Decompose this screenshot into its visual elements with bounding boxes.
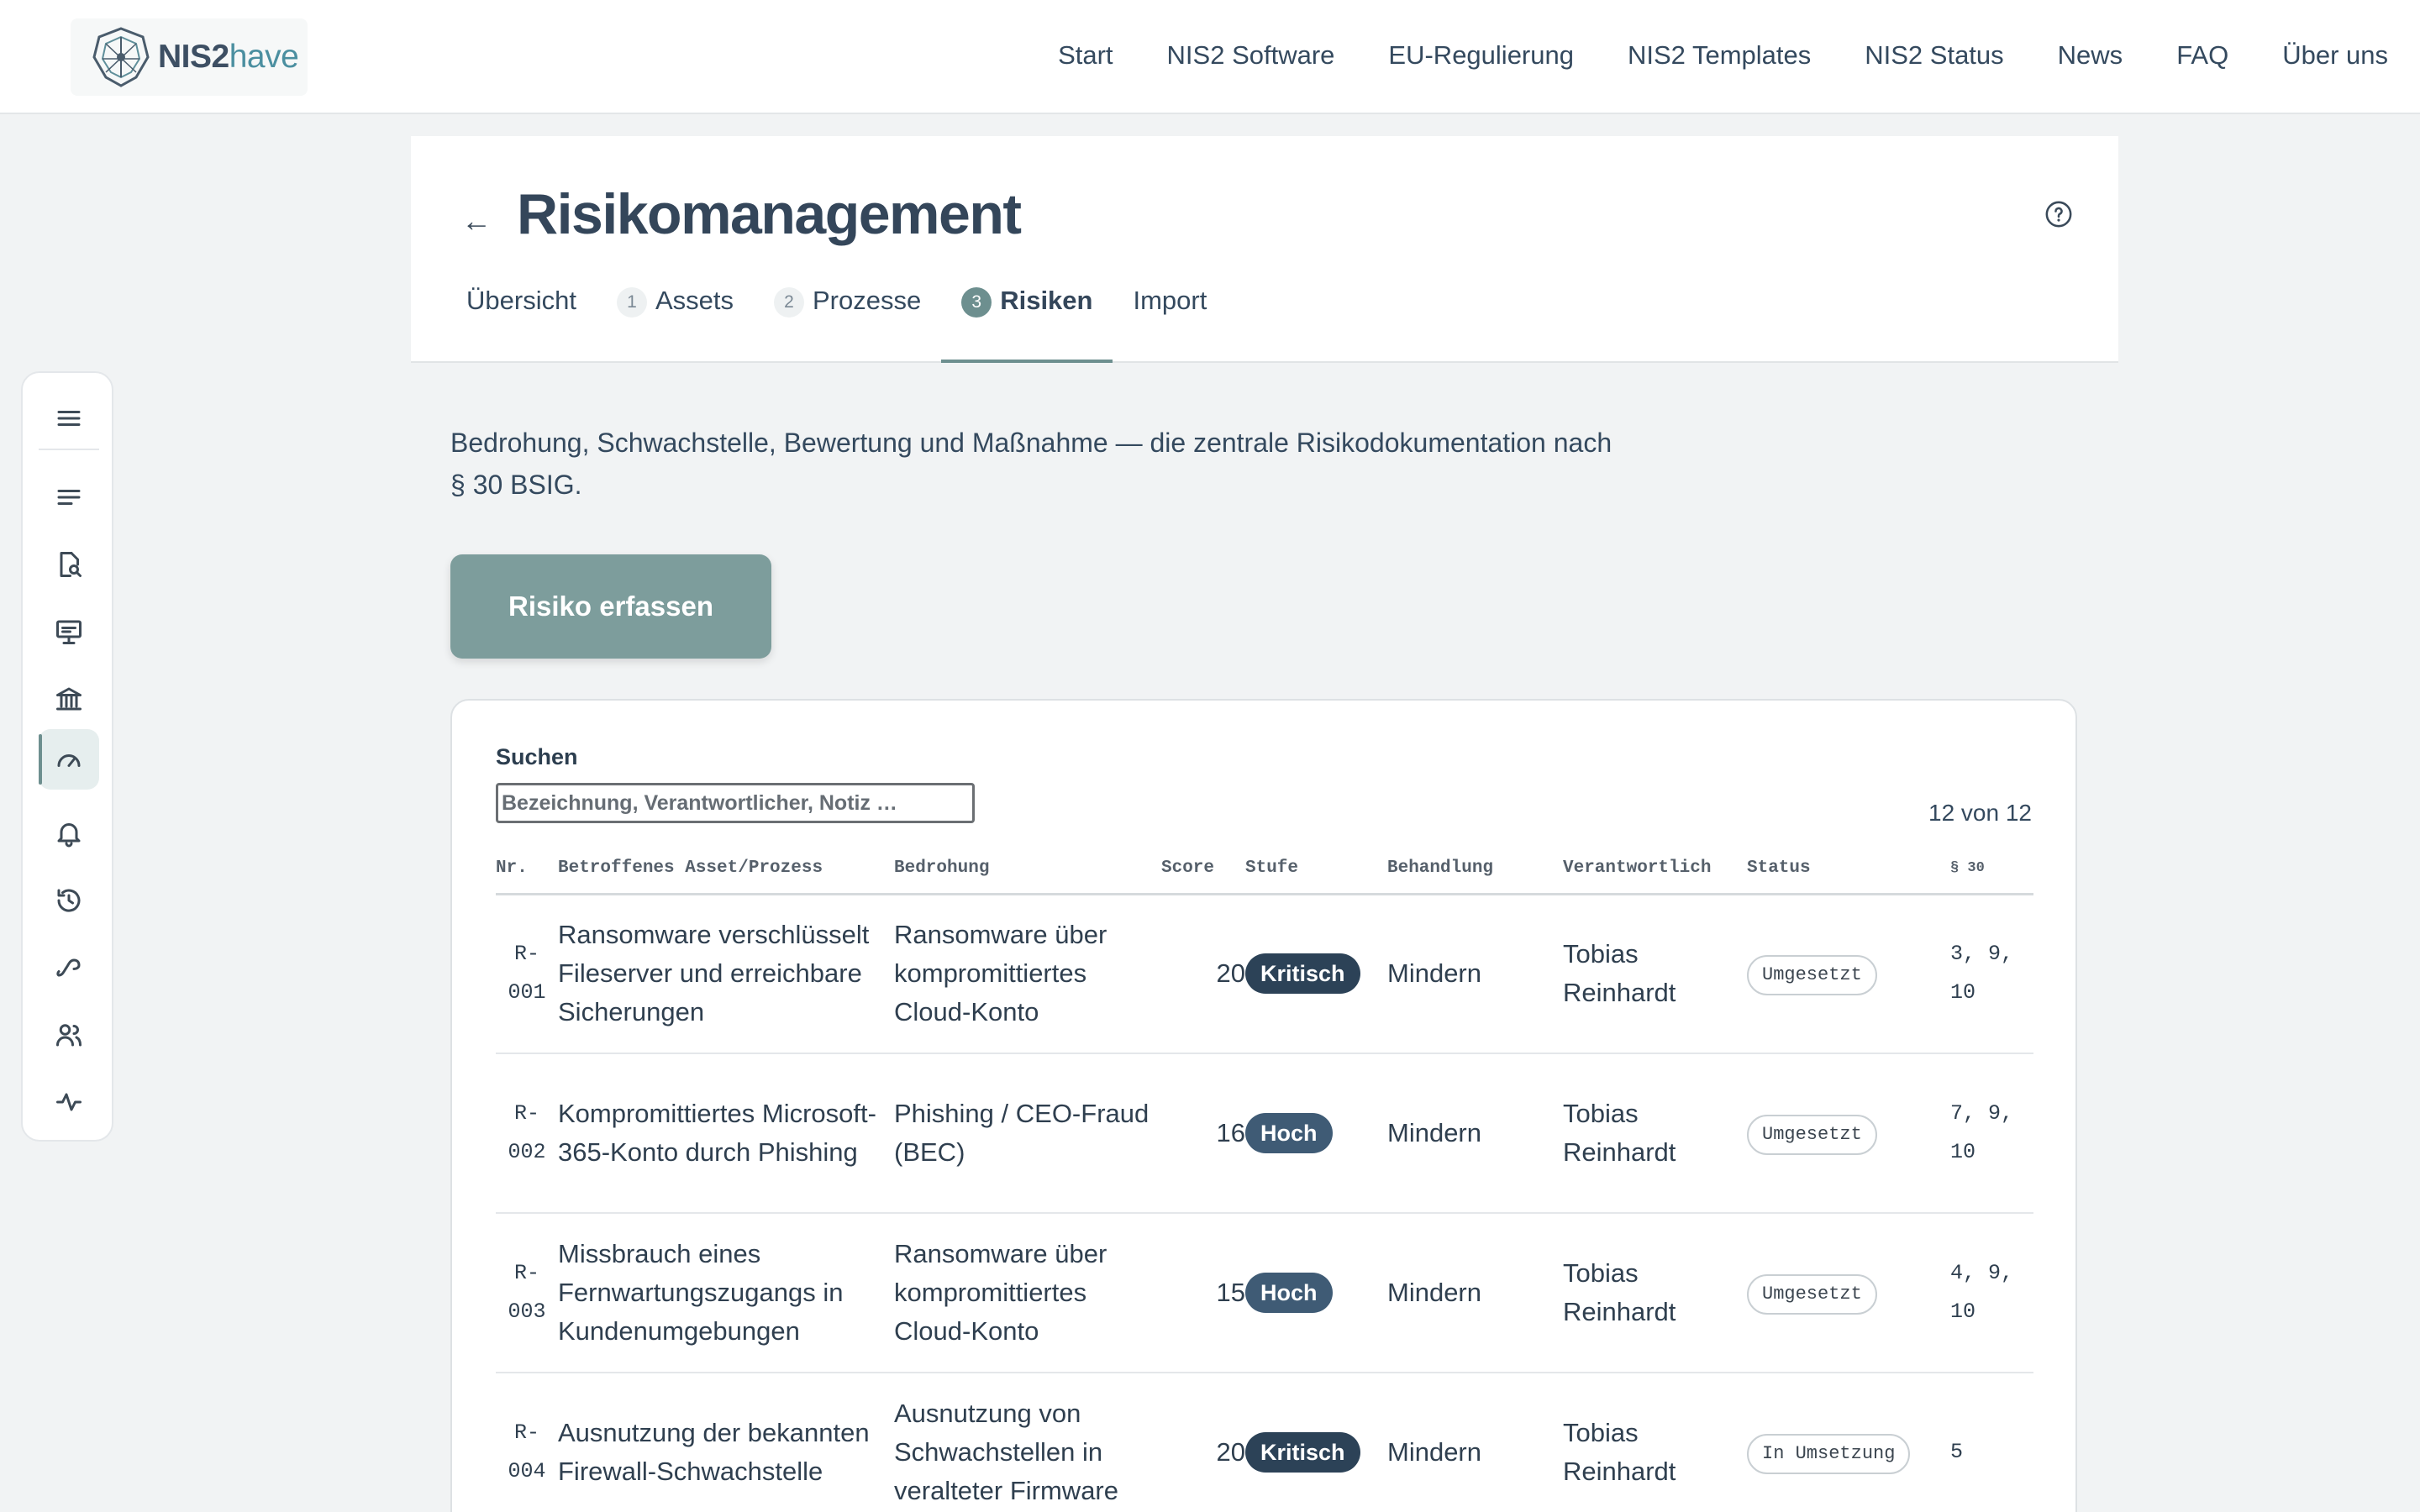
tab-uebersicht[interactable]: Übersicht <box>446 284 597 363</box>
search-input[interactable] <box>496 783 975 823</box>
column-header[interactable]: Stufe <box>1245 843 1387 895</box>
table-row[interactable]: R-004 Ausnutzung der bekannten Firewall-… <box>496 1373 2033 1512</box>
column-header[interactable]: Behandlung <box>1387 843 1563 895</box>
risk-owner: Tobias Reinhardt <box>1563 1053 1747 1214</box>
nav-eu-regulierung[interactable]: EU-Regulierung <box>1388 40 1574 71</box>
tab-step-number: 3 <box>961 287 992 318</box>
page-header: ← Risikomanagement Übersicht 1 Assets 2 … <box>411 136 2118 363</box>
risk-owner: Tobias Reinhardt <box>1563 1213 1747 1373</box>
bsig-reference: 7, 9, 10 <box>1950 1053 2033 1214</box>
column-header[interactable]: Verantwortlich <box>1563 843 1747 895</box>
link-icon[interactable] <box>39 937 99 998</box>
bsig-reference: 5 <box>1950 1373 2033 1512</box>
risk-treatment: Mindern <box>1387 894 1563 1054</box>
risk-threat: Ransomware über kompromittiertes Cloud-K… <box>894 894 1161 1054</box>
risk-number: R-001 <box>496 894 558 1054</box>
risk-treatment: Mindern <box>1387 1053 1563 1214</box>
top-header: NIS2have Start NIS2 Software EU-Regulier… <box>0 0 2420 114</box>
risk-owner: Tobias Reinhardt <box>1563 894 1747 1054</box>
column-header[interactable]: Nr. <box>496 843 558 895</box>
nav-faq[interactable]: FAQ <box>2176 40 2228 71</box>
status-badge: Umgesetzt <box>1747 1115 1877 1155</box>
risk-number: R-003 <box>496 1213 558 1373</box>
search-label: Suchen <box>496 744 578 769</box>
risk-threat: Ausnutzung von Schwachstellen in veralte… <box>894 1373 1161 1512</box>
shield-logo-icon <box>92 27 150 87</box>
risk-level-badge: Hoch <box>1245 1273 1333 1313</box>
risk-asset: Missbrauch eines Fernwartungszugangs in … <box>558 1213 894 1373</box>
tab-bar: Übersicht 1 Assets 2 Prozesse 3 Risiken … <box>446 284 1227 363</box>
brand-name: NIS2have <box>158 39 299 75</box>
rail-divider <box>39 449 99 450</box>
risk-owner: Tobias Reinhardt <box>1563 1373 1747 1512</box>
status-badge: Umgesetzt <box>1747 1274 1877 1315</box>
tab-step-number: 1 <box>616 287 647 318</box>
column-header[interactable]: § 30 <box>1950 843 2033 895</box>
nav-start[interactable]: Start <box>1058 40 1113 71</box>
tab-import[interactable]: Import <box>1113 284 1227 363</box>
sidebar-rail <box>21 371 113 1142</box>
risk-level-badge: Hoch <box>1245 1113 1333 1153</box>
help-icon[interactable] <box>2044 200 2073 228</box>
bsig-reference: 3, 9, 10 <box>1950 894 2033 1054</box>
risk-asset: Kompromittiertes Microsoft-365-Konto dur… <box>558 1053 894 1214</box>
status-badge: Umgesetzt <box>1747 955 1877 996</box>
institution-icon[interactable] <box>39 669 99 729</box>
table-row[interactable]: R-003 Missbrauch eines Fernwartungszugan… <box>496 1213 2033 1373</box>
menu-icon[interactable] <box>39 388 99 449</box>
tab-step-number: 2 <box>773 287 804 318</box>
column-header[interactable]: Betroffenes Asset/Prozess <box>558 843 894 895</box>
result-count: 12 von 12 <box>1928 800 2032 826</box>
risk-number: R-004 <box>496 1373 558 1512</box>
risk-table-card: Suchen 12 von 12 Nr. Betroffenes Asset/P… <box>450 699 2077 1512</box>
risk-treatment: Mindern <box>1387 1373 1563 1512</box>
activity-icon[interactable] <box>39 1072 99 1132</box>
page-title: Risikomanagement <box>517 182 1022 246</box>
nav-ueber-uns[interactable]: Über uns <box>2282 40 2388 71</box>
column-header[interactable]: Status <box>1747 843 1950 895</box>
nav-nis2-templates[interactable]: NIS2 Templates <box>1628 40 1811 71</box>
status-badge: In Umsetzung <box>1747 1434 1911 1474</box>
page-description: Bedrohung, Schwachstelle, Bewertung und … <box>450 428 1612 500</box>
add-risk-button[interactable]: Risiko erfassen <box>450 554 771 659</box>
risk-asset: Ransomware verschlüsselt Fileserver und … <box>558 894 894 1054</box>
bell-icon[interactable] <box>39 803 99 864</box>
users-icon[interactable] <box>39 1005 99 1065</box>
tab-assets[interactable]: 1 Assets <box>597 284 754 363</box>
back-arrow-icon[interactable]: ← <box>461 203 492 239</box>
table-row[interactable]: R-002 Kompromittiertes Microsoft-365-Kon… <box>496 1053 2033 1214</box>
risk-level-badge: Kritisch <box>1245 1432 1360 1473</box>
risk-asset: Ausnutzung der bekannten Firewall-Schwac… <box>558 1373 894 1512</box>
risk-score: 15 <box>1161 1213 1245 1373</box>
nav-nis2-status[interactable]: NIS2 Status <box>1865 40 2003 71</box>
table-row[interactable]: R-001 Ransomware verschlüsselt Fileserve… <box>496 894 2033 1054</box>
nav-news[interactable]: News <box>2058 40 2123 71</box>
tab-risiken[interactable]: 3 Risiken <box>941 284 1113 363</box>
risk-score: 20 <box>1161 1373 1245 1512</box>
speedometer-icon[interactable] <box>39 729 99 790</box>
risk-table: Nr. Betroffenes Asset/Prozess Bedrohung … <box>496 843 2033 1512</box>
column-header[interactable]: Bedrohung <box>894 843 1161 895</box>
risk-threat: Ransomware über kompromittiertes Cloud-K… <box>894 1213 1161 1373</box>
risk-treatment: Mindern <box>1387 1213 1563 1373</box>
risk-score: 20 <box>1161 894 1245 1054</box>
risk-number: R-002 <box>496 1053 558 1214</box>
nav-nis2-software[interactable]: NIS2 Software <box>1167 40 1335 71</box>
table-header-row: Nr. Betroffenes Asset/Prozess Bedrohung … <box>496 843 2033 895</box>
presentation-icon[interactable] <box>39 601 99 662</box>
history-icon[interactable] <box>39 870 99 931</box>
column-header[interactable]: Score <box>1161 843 1245 895</box>
document-search-icon[interactable] <box>39 534 99 595</box>
list-icon[interactable] <box>39 467 99 528</box>
main-nav: Start NIS2 Software EU-Regulierung NIS2 … <box>1004 0 2388 111</box>
brand-logo[interactable]: NIS2have <box>71 18 308 96</box>
tab-prozesse[interactable]: 2 Prozesse <box>754 284 941 363</box>
risk-threat: Phishing / CEO-Fraud (BEC) <box>894 1053 1161 1214</box>
risk-level-badge: Kritisch <box>1245 953 1360 995</box>
risk-score: 16 <box>1161 1053 1245 1214</box>
bsig-reference: 4, 9, 10 <box>1950 1213 2033 1373</box>
